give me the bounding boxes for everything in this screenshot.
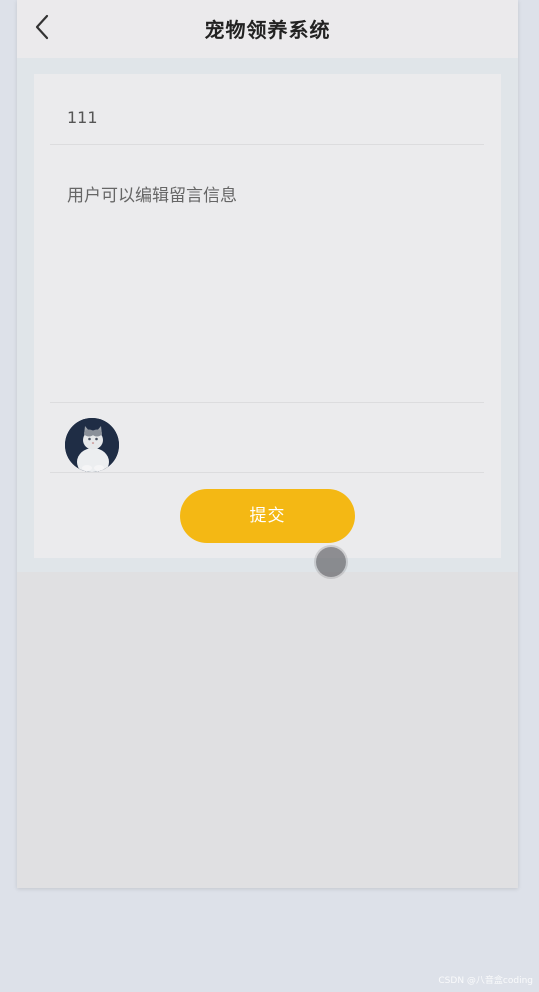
touch-indicator — [316, 547, 346, 577]
cat-image-graphic — [65, 418, 119, 472]
app-header: 宠物领养系统 — [17, 0, 518, 58]
submit-button[interactable]: 提交 — [180, 489, 355, 543]
watermark: CSDN @八音盒coding — [438, 976, 533, 986]
title-field-value: 111 — [67, 108, 98, 127]
title-field[interactable]: 111 — [50, 74, 484, 145]
cat-avatar-image[interactable] — [65, 418, 119, 472]
message-form-card: 111 用户可以编辑留言信息 提交 — [34, 74, 501, 577]
content-textarea-value: 用户可以编辑留言信息 — [67, 186, 237, 206]
image-upload-row[interactable] — [50, 403, 484, 473]
content-textarea[interactable]: 用户可以编辑留言信息 — [50, 145, 484, 403]
phone-frame: 宠物领养系统 111 用户可以编辑留言信息 提交 — [17, 0, 518, 888]
page-title: 宠物领养系统 — [204, 18, 331, 42]
content-area: 111 用户可以编辑留言信息 提交 — [17, 58, 518, 577]
